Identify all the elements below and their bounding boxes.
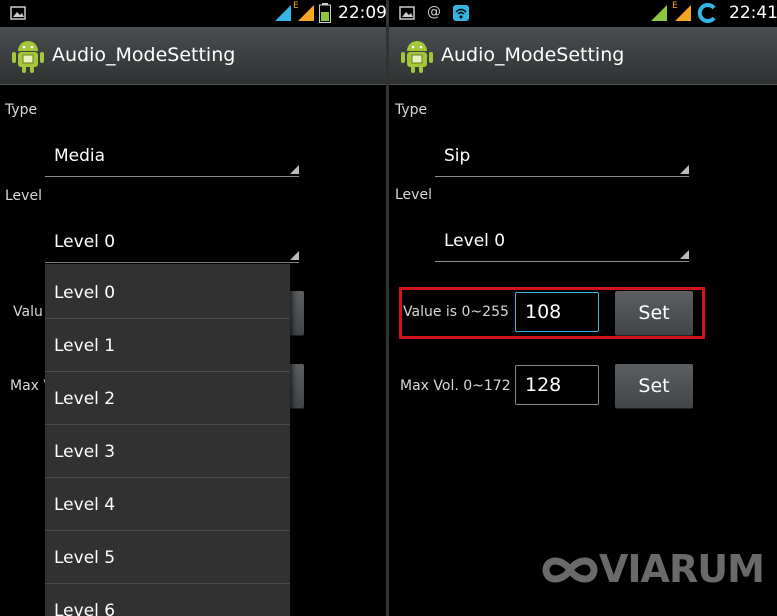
image-icon xyxy=(399,6,415,20)
android-icon xyxy=(12,41,44,73)
spinner-arrow-icon xyxy=(680,165,689,174)
spinner-arrow-icon xyxy=(290,251,299,260)
signal-icon xyxy=(275,5,291,21)
signal-icon xyxy=(675,5,691,21)
level-value: Level 0 xyxy=(54,232,116,252)
value-input[interactable]: 108 xyxy=(515,292,599,332)
level-spinner[interactable]: Level 0 xyxy=(435,225,689,262)
wifi-icon xyxy=(453,5,469,21)
app-title: Audio_ModeSetting xyxy=(441,44,625,66)
sync-icon xyxy=(697,3,716,23)
type-label: Type xyxy=(395,102,428,118)
dropdown-item[interactable]: Level 2 xyxy=(45,372,290,425)
dropdown-item[interactable]: Level 6 xyxy=(45,584,290,616)
status-time: 22:41 xyxy=(729,3,777,23)
level-spinner[interactable]: Level 0 xyxy=(45,226,299,263)
image-icon xyxy=(10,6,26,20)
status-time: 22:09 xyxy=(338,3,386,23)
level-dropdown-list: Level 0 Level 1 Level 2 Level 3 Level 4 … xyxy=(45,264,290,616)
status-bar: E 22:09 xyxy=(0,0,386,27)
set-max-vol-button[interactable]: Set xyxy=(615,364,693,408)
watermark-text: VIARUM xyxy=(599,547,765,591)
battery-icon xyxy=(319,3,331,23)
app-title: Audio_ModeSetting xyxy=(52,44,236,66)
right-screen: @ E 22:41 Audio_ModeSetting Type Sip Lev… xyxy=(389,0,777,616)
app-title-bar: Audio_ModeSetting xyxy=(0,27,386,85)
dropdown-item[interactable]: Level 4 xyxy=(45,478,290,531)
dropdown-item[interactable]: Level 3 xyxy=(45,425,290,478)
level-value: Level 0 xyxy=(444,231,506,251)
value-label: Value is 0~255 xyxy=(403,304,509,320)
dropdown-item[interactable]: Level 5 xyxy=(45,531,290,584)
infinity-logo-icon xyxy=(542,557,598,583)
type-label: Type xyxy=(5,102,38,118)
spinner-arrow-icon xyxy=(290,165,299,174)
level-label: Level xyxy=(395,187,432,203)
type-spinner[interactable]: Media xyxy=(45,140,299,177)
set-value-button[interactable]: Set xyxy=(615,291,693,335)
status-bar: @ E 22:41 xyxy=(389,0,777,27)
max-vol-input[interactable]: 128 xyxy=(515,365,599,405)
left-screen: E 22:09 Audio_ModeSetting Type Media Lev… xyxy=(0,0,386,616)
type-value: Sip xyxy=(444,146,471,166)
type-spinner[interactable]: Sip xyxy=(435,140,689,177)
signal-icon xyxy=(651,5,667,21)
value-label: Valu xyxy=(13,304,43,320)
spinner-arrow-icon xyxy=(680,250,689,259)
signal-icon xyxy=(298,5,314,21)
type-value: Media xyxy=(54,146,106,166)
level-label: Level xyxy=(5,188,42,204)
dropdown-item[interactable]: Level 1 xyxy=(45,319,290,372)
at-icon: @ xyxy=(427,4,441,20)
dropdown-item[interactable]: Level 0 xyxy=(45,266,290,319)
max-vol-label: Max Vol. 0~172 xyxy=(400,378,511,394)
android-icon xyxy=(401,41,433,73)
app-title-bar: Audio_ModeSetting xyxy=(389,27,777,85)
